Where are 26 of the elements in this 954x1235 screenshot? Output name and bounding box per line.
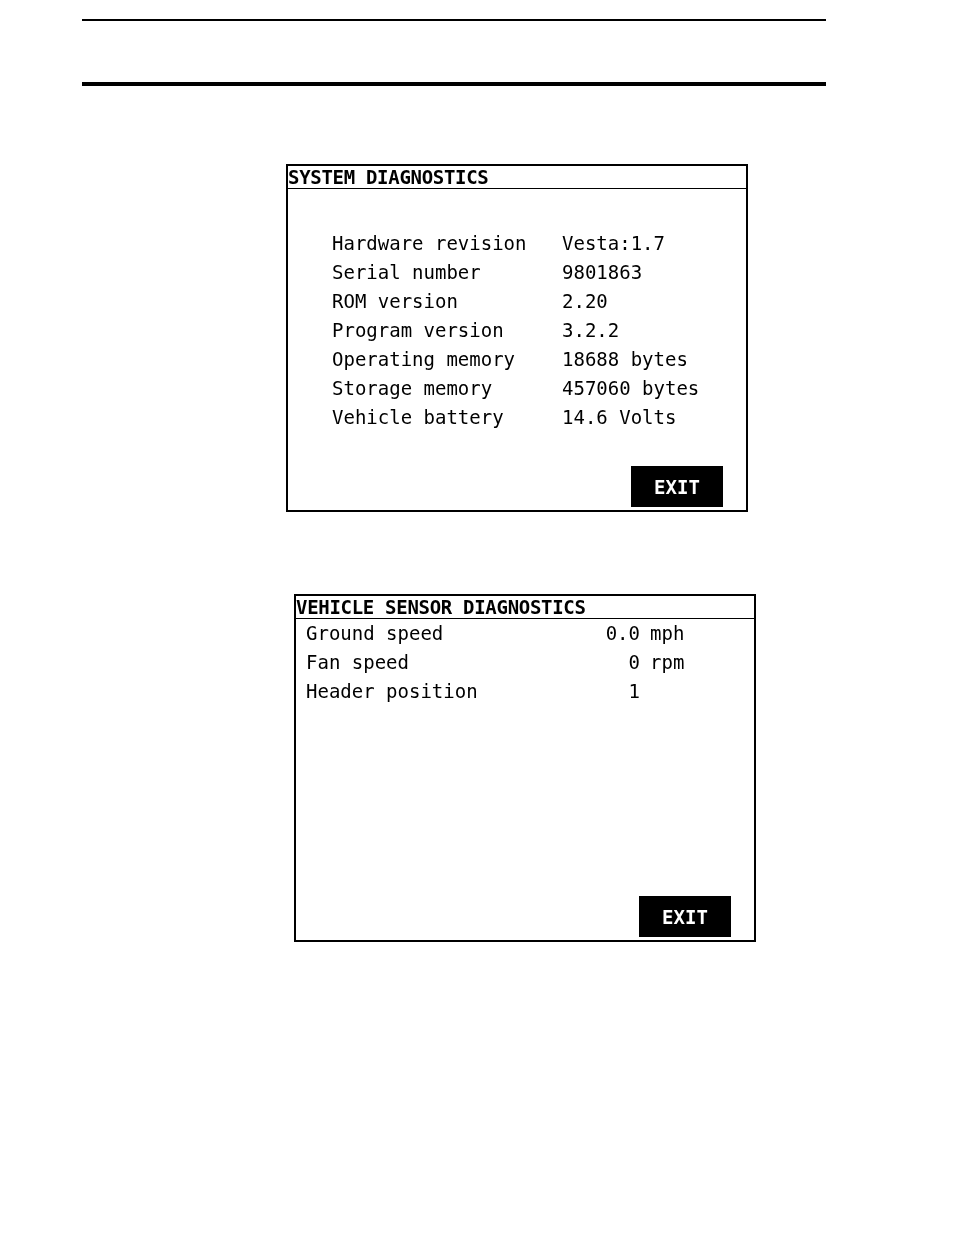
field-value: 2.20: [562, 289, 609, 314]
exit-button[interactable]: EXIT: [639, 896, 731, 937]
field-label: Serial number: [332, 260, 482, 285]
field-label: Storage memory: [332, 376, 494, 401]
reading-value: 0.0: [604, 621, 640, 646]
reading-unit: rpm: [649, 650, 686, 675]
reading-value: 0: [627, 650, 640, 675]
field-label: Ground speed: [306, 621, 445, 646]
exit-button[interactable]: EXIT: [631, 466, 723, 507]
field-value: 3.2.2: [562, 318, 621, 343]
field-label: Program version: [332, 318, 505, 343]
field-value: 9801863: [562, 260, 644, 285]
reading-value: 1: [627, 679, 640, 704]
screen-title: VEHICLE SENSOR DIAGNOSTICS: [296, 596, 754, 619]
field-label: ROM version: [332, 289, 459, 314]
reading-unit: mph: [649, 621, 686, 646]
field-label: Operating memory: [332, 347, 517, 372]
field-value: Vesta:1.7: [562, 231, 666, 256]
field-label: Hardware revision: [332, 231, 528, 256]
field-value: 457060 bytes: [562, 376, 701, 401]
field-label: Vehicle battery: [332, 405, 505, 430]
field-value: 18688 bytes: [562, 347, 689, 372]
field-value: 14.6 Volts: [562, 405, 678, 430]
field-label: Header position: [306, 679, 479, 704]
screen-title: SYSTEM DIAGNOSTICS: [288, 166, 746, 189]
field-label: Fan speed: [306, 650, 410, 675]
